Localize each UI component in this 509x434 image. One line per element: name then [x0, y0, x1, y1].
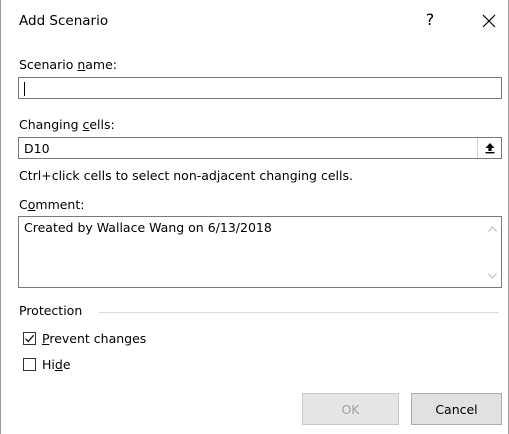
scenario-name-label: Scenario name:: [19, 57, 118, 72]
protection-group-title: Protection: [19, 303, 89, 318]
add-scenario-dialog: Add Scenario ? Scenario name: Changing c…: [0, 0, 509, 434]
title-bar: Add Scenario ?: [1, 0, 508, 40]
hint-text: Ctrl+click cells to select non-adjacent …: [19, 168, 353, 183]
comment-textarea[interactable]: Created by Wallace Wang on 6/13/2018: [18, 216, 502, 288]
hide-label: Hide: [42, 357, 71, 372]
close-button[interactable]: [477, 9, 501, 33]
prevent-changes-checkbox[interactable]: Prevent changes: [23, 331, 146, 346]
close-icon: [482, 14, 496, 28]
checkmark-icon: [25, 334, 35, 343]
help-button[interactable]: ?: [419, 9, 441, 31]
chevron-down-icon: [488, 272, 497, 279]
hide-checkbox[interactable]: Hide: [23, 357, 71, 372]
comment-label: Comment:: [19, 197, 85, 212]
collapse-dialog-icon: [485, 143, 494, 154]
comment-scrollbar[interactable]: [484, 217, 501, 287]
collapse-dialog-button[interactable]: [477, 138, 501, 158]
changing-cells-input[interactable]: D10: [18, 137, 502, 159]
protection-group-divider: [99, 312, 499, 313]
text-caret: [24, 82, 25, 96]
scroll-down-button[interactable]: [484, 267, 501, 284]
prevent-changes-label: Prevent changes: [42, 331, 147, 346]
ok-button[interactable]: OK: [302, 393, 399, 425]
changing-cells-label: Changing cells:: [19, 117, 115, 132]
cancel-button[interactable]: Cancel: [411, 393, 502, 425]
scenario-name-input[interactable]: [18, 77, 502, 99]
scroll-up-button[interactable]: [484, 220, 501, 237]
prevent-changes-box[interactable]: [23, 332, 36, 345]
hide-box[interactable]: [23, 358, 36, 371]
chevron-up-icon: [488, 225, 497, 232]
dialog-title: Add Scenario: [19, 13, 109, 29]
